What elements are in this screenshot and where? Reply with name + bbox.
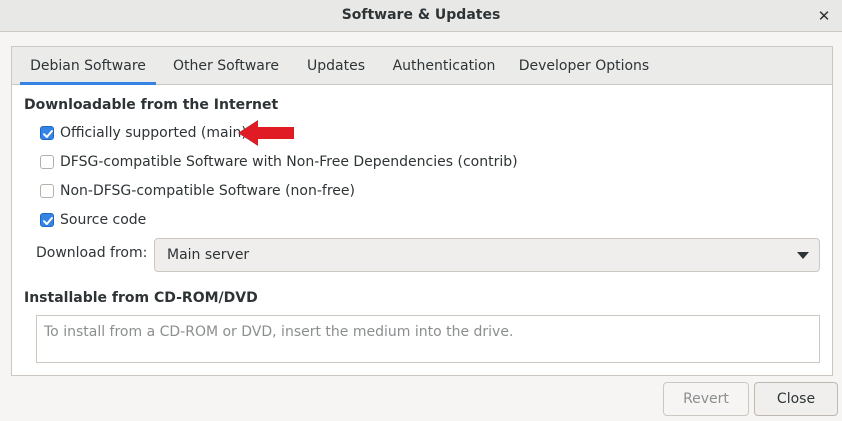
option-main-row[interactable]: Officially supported (main) — [40, 123, 247, 143]
cdrom-list: To install from a CD-ROM or DVD, insert … — [36, 315, 820, 363]
option-nonfree-row[interactable]: Non-DFSG-compatible Software (non-free) — [40, 181, 355, 201]
tab-authentication[interactable]: Authentication — [384, 47, 504, 84]
download-server-dropdown[interactable]: Main server — [154, 238, 820, 272]
contrib-checkbox[interactable] — [40, 155, 54, 169]
contrib-checkbox-label[interactable]: DFSG-compatible Software with Non-Free D… — [60, 154, 518, 170]
tab-updates[interactable]: Updates — [296, 47, 376, 84]
tab-developer-options[interactable]: Developer Options — [512, 47, 656, 84]
cdrom-section-heading: Installable from CD-ROM/DVD — [24, 290, 258, 306]
tab-debian-software[interactable]: Debian Software — [20, 47, 156, 85]
tab-bar: Debian Software Other Software Updates A… — [12, 47, 832, 85]
download-server-value: Main server — [167, 247, 250, 263]
download-from-label: Download from: — [36, 245, 148, 261]
title-bar: Software & Updates ✕ — [0, 0, 842, 32]
nonfree-checkbox-label[interactable]: Non-DFSG-compatible Software (non-free) — [60, 183, 355, 199]
chevron-down-icon — [797, 252, 809, 259]
main-checkbox[interactable] — [40, 126, 54, 140]
nonfree-checkbox[interactable] — [40, 184, 54, 198]
option-source-row[interactable]: Source code — [40, 210, 146, 230]
red-arrow-annotation-icon — [238, 120, 294, 146]
option-contrib-row[interactable]: DFSG-compatible Software with Non-Free D… — [40, 152, 518, 172]
revert-button[interactable]: Revert — [663, 382, 749, 416]
cdrom-placeholder-text: To install from a CD-ROM or DVD, insert … — [44, 324, 514, 340]
tab-other-software[interactable]: Other Software — [164, 47, 288, 84]
checkmark-icon — [43, 130, 53, 138]
close-button[interactable]: Close — [754, 382, 838, 416]
source-checkbox-label[interactable]: Source code — [60, 212, 146, 228]
window-title: Software & Updates — [341, 7, 501, 23]
main-checkbox-label[interactable]: Officially supported (main) — [60, 125, 247, 141]
source-checkbox[interactable] — [40, 213, 54, 227]
checkmark-icon — [43, 217, 53, 225]
window-close-icon[interactable]: ✕ — [814, 6, 834, 26]
internet-section-heading: Downloadable from the Internet — [24, 97, 279, 113]
